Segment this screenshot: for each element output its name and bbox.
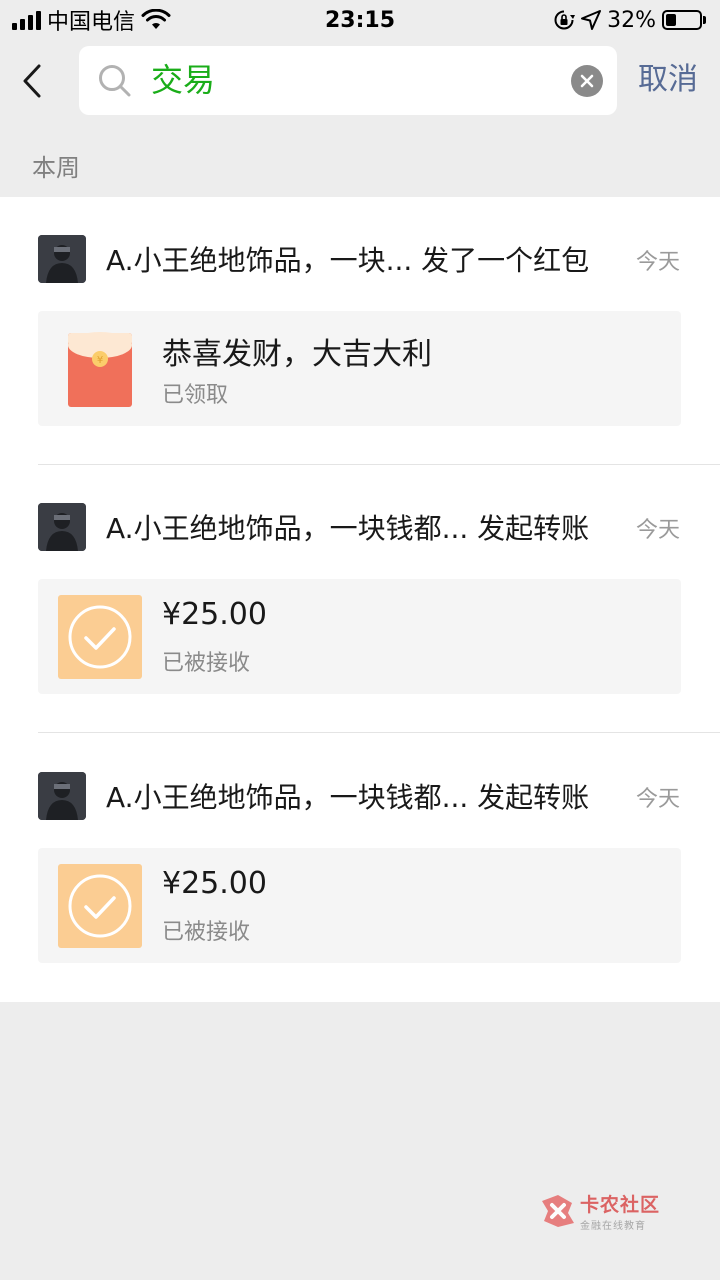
wifi-icon [141,9,171,29]
entry-date: 今天 [635,518,680,543]
transfer-status: 已被接收 [162,651,251,676]
entry-title: A.小王绝地饰品，一块钱都... 发起转账 [106,781,590,814]
transfer-status: 已被接收 [162,920,251,945]
list-item[interactable]: A.小王绝地饰品，一块钱都... 发起转账 今天 ¥25.00 已被接收 [0,465,720,733]
status-bar: 中国电信 23:15 32% [0,0,720,40]
red-packet-message: 恭喜发财，大吉大利 [162,337,432,372]
search-query[interactable]: 交易 [151,46,215,115]
transfer-card[interactable]: ¥25.00 已被接收 [38,848,681,963]
svg-text:¥: ¥ [97,355,103,366]
transfer-check-icon [58,595,142,679]
divider [38,732,720,733]
back-button[interactable] [14,58,50,104]
section-title: 本周 [32,154,80,182]
avatar[interactable] [38,235,86,283]
location-icon [581,10,602,30]
transfer-card[interactable]: ¥25.00 已被接收 [38,579,681,694]
transfer-amount: ¥25.00 [162,866,267,901]
rotation-lock-icon [554,10,576,30]
search-icon [99,65,131,97]
kanong-logo-icon [542,1195,574,1227]
search-header: 交易 取消 [0,40,720,122]
entry-date: 今天 [635,250,680,275]
transfer-amount: ¥25.00 [162,597,267,632]
search-input[interactable]: 交易 [79,46,617,115]
list-item[interactable]: A.小王绝地饰品，一块... 发了一个红包 今天 ¥ 恭喜发财，大吉大利 已领取 [0,197,720,465]
back-icon [23,64,41,98]
battery-icon [662,10,706,30]
entry-title: A.小王绝地饰品，一块钱都... 发起转账 [106,512,590,545]
results-list: A.小王绝地饰品，一块... 发了一个红包 今天 ¥ 恭喜发财，大吉大利 已领取 [0,197,720,1002]
entry-title: A.小王绝地饰品，一块... 发了一个红包 [106,244,590,277]
cancel-button[interactable]: 取消 [638,54,698,106]
red-packet-card[interactable]: ¥ 恭喜发财，大吉大利 已领取 [38,311,681,426]
avatar[interactable] [38,772,86,820]
entry-date: 今天 [635,787,680,812]
watermark-tagline: 金融在线教育 [580,1221,646,1232]
red-packet-icon: ¥ [68,332,132,407]
carrier-label: 中国电信 [47,10,136,35]
transfer-check-icon [58,864,142,948]
clear-button[interactable] [571,65,603,97]
battery-percent: 32% [607,7,656,33]
avatar[interactable] [38,503,86,551]
watermark: 卡农社区 金融在线教育 [540,1190,660,1232]
watermark-name: 卡农社区 [580,1194,661,1216]
list-item[interactable]: A.小王绝地饰品，一块钱都... 发起转账 今天 ¥25.00 已被接收 [0,734,720,1002]
signal-icon [12,10,41,30]
red-packet-status: 已领取 [162,383,229,408]
clear-icon [580,74,594,88]
